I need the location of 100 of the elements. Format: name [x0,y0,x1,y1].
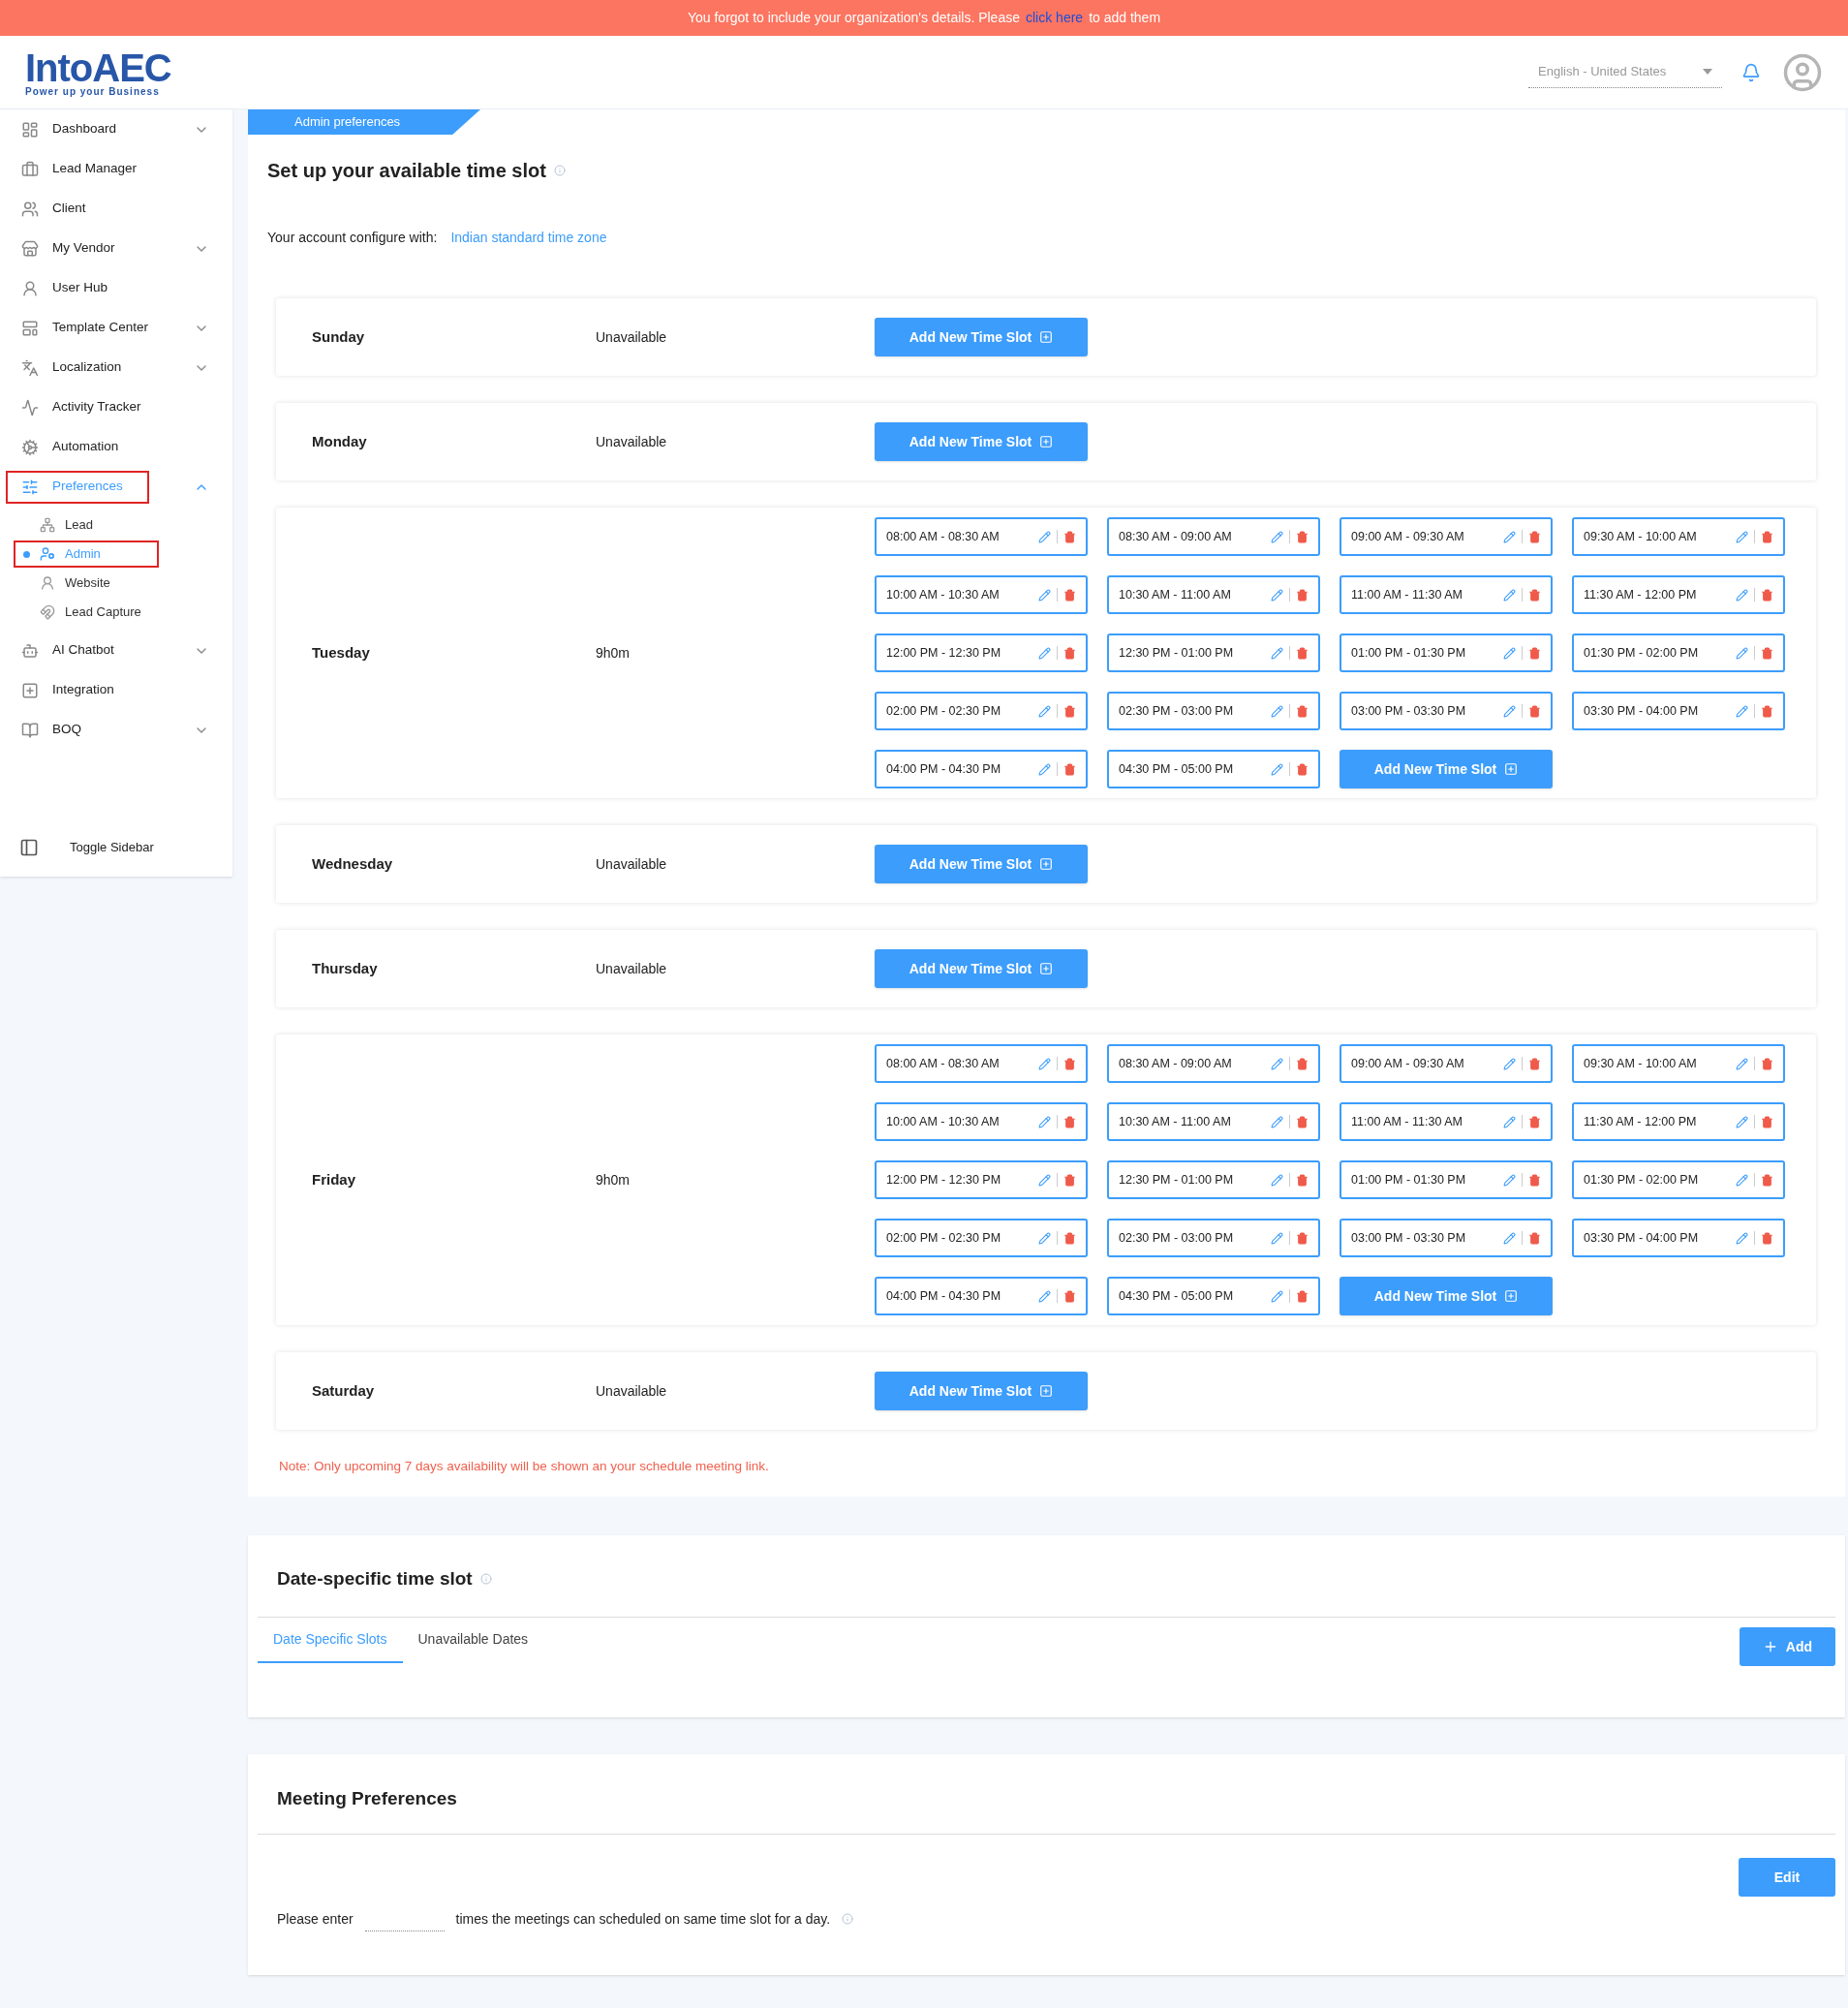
delete-icon[interactable] [1063,1289,1076,1303]
delete-icon[interactable] [1528,646,1541,660]
sidebar-item[interactable]: Dashboard [6,112,149,146]
edit-icon[interactable] [1271,1115,1283,1128]
tab[interactable]: Unavailable Dates [402,1618,544,1663]
edit-icon[interactable] [1038,530,1051,543]
edit-icon[interactable] [1736,646,1748,660]
day-name: Wednesday [311,853,394,874]
sidebar-item[interactable]: My Vendor [6,232,149,265]
sidebar-item[interactable]: BOQ [6,713,149,747]
toggle-sidebar-button[interactable]: Toggle Sidebar [0,828,232,867]
edit-icon[interactable] [1038,646,1051,660]
panel-icon [19,838,39,857]
delete-icon[interactable] [1296,530,1309,543]
edit-icon[interactable] [1503,646,1516,660]
delete-icon[interactable] [1528,704,1541,718]
edit-icon[interactable] [1271,1289,1283,1303]
edit-icon[interactable] [1038,1115,1051,1128]
slot-time: 11:30 AM - 12:00 PM [1584,1113,1698,1130]
delete-icon[interactable] [1761,704,1773,718]
edit-icon[interactable] [1271,1057,1283,1070]
user-icon [40,575,55,591]
edit-icon[interactable] [1503,530,1516,543]
edit-icon[interactable] [1038,1231,1051,1245]
edit-icon[interactable] [1038,704,1051,718]
delete-icon[interactable] [1761,1057,1773,1070]
edit-icon[interactable] [1271,1231,1283,1245]
slot-time: 12:00 PM - 12:30 PM [886,644,1002,662]
slot-time: 04:30 PM - 05:00 PM [1119,760,1235,778]
edit-icon[interactable] [1736,530,1748,543]
avatar-icon[interactable] [1782,51,1823,93]
delete-icon[interactable] [1528,530,1541,543]
edit-icon[interactable] [1503,588,1516,602]
delete-icon[interactable] [1296,1289,1309,1303]
delete-icon[interactable] [1528,1173,1541,1187]
delete-icon[interactable] [1528,1057,1541,1070]
delete-icon[interactable] [1063,646,1076,660]
delete-icon[interactable] [1063,1231,1076,1245]
delete-icon[interactable] [1296,704,1309,718]
delete-icon[interactable] [1528,1115,1541,1128]
edit-icon[interactable] [1736,1115,1748,1128]
edit-icon[interactable] [1736,588,1748,602]
delete-icon[interactable] [1063,1115,1076,1128]
delete-icon[interactable] [1296,1173,1309,1187]
delete-icon[interactable] [1063,1057,1076,1070]
edit-icon[interactable] [1271,588,1283,602]
edit-icon[interactable] [1503,1231,1516,1245]
edit-icon[interactable] [1503,1173,1516,1187]
delete-icon[interactable] [1296,1115,1309,1128]
delete-icon[interactable] [1528,588,1541,602]
edit-icon[interactable] [1271,762,1283,776]
edit-icon[interactable] [1271,704,1283,718]
delete-icon[interactable] [1296,646,1309,660]
edit-icon[interactable] [1736,1173,1748,1187]
slot-time: 02:00 PM - 02:30 PM [886,1229,1002,1247]
slot-time: 04:00 PM - 04:30 PM [886,1287,1002,1305]
sidebar-subitem[interactable]: Lead Capture [14,599,159,626]
edit-icon[interactable] [1271,530,1283,543]
slot-time: 10:00 AM - 10:30 AM [886,586,1001,603]
delete-icon[interactable] [1063,588,1076,602]
delete-icon[interactable] [1296,1231,1309,1245]
edit-icon[interactable] [1038,1289,1051,1303]
sidebar-item[interactable]: AI Chatbot [6,633,149,667]
delete-icon[interactable] [1761,1173,1773,1187]
delete-icon[interactable] [1063,704,1076,718]
edit-icon[interactable] [1736,1231,1748,1245]
delete-icon[interactable] [1296,1057,1309,1070]
sidebar-item[interactable]: User Hub [6,271,149,305]
delete-icon[interactable] [1296,588,1309,602]
delete-icon[interactable] [1063,530,1076,543]
delete-icon[interactable] [1761,1231,1773,1245]
edit-icon[interactable] [1038,762,1051,776]
edit-icon[interactable] [1038,588,1051,602]
edit-icon[interactable] [1736,1057,1748,1070]
sidebar-item[interactable]: Client [6,192,149,226]
edit-icon[interactable] [1503,704,1516,718]
edit-icon[interactable] [1038,1173,1051,1187]
edit-icon[interactable] [1503,1057,1516,1070]
delete-icon[interactable] [1528,1231,1541,1245]
edit-icon[interactable] [1736,704,1748,718]
delete-icon[interactable] [1296,762,1309,776]
sidebar-subitem[interactable]: Lead [14,511,159,539]
delete-icon[interactable] [1761,530,1773,543]
edit-icon[interactable] [1503,1115,1516,1128]
sidebar-item[interactable]: Automation [6,430,149,464]
delete-icon[interactable] [1761,588,1773,602]
sidebar-subitem[interactable]: Website [14,570,159,597]
sidebar-item[interactable]: Integration [6,673,149,707]
delete-icon[interactable] [1063,762,1076,776]
sidebar-item[interactable]: Localization [6,351,149,385]
edit-icon[interactable] [1038,1057,1051,1070]
delete-icon[interactable] [1761,646,1773,660]
delete-icon[interactable] [1761,1115,1773,1128]
sidebar-item[interactable]: Lead Manager [6,152,149,186]
edit-icon[interactable] [1271,1173,1283,1187]
notification-bell-icon[interactable] [1741,62,1761,82]
edit-icon[interactable] [1271,646,1283,660]
sidebar-item[interactable]: Template Center [6,311,149,345]
sidebar-item[interactable]: Activity Tracker [6,390,149,424]
delete-icon[interactable] [1063,1173,1076,1187]
